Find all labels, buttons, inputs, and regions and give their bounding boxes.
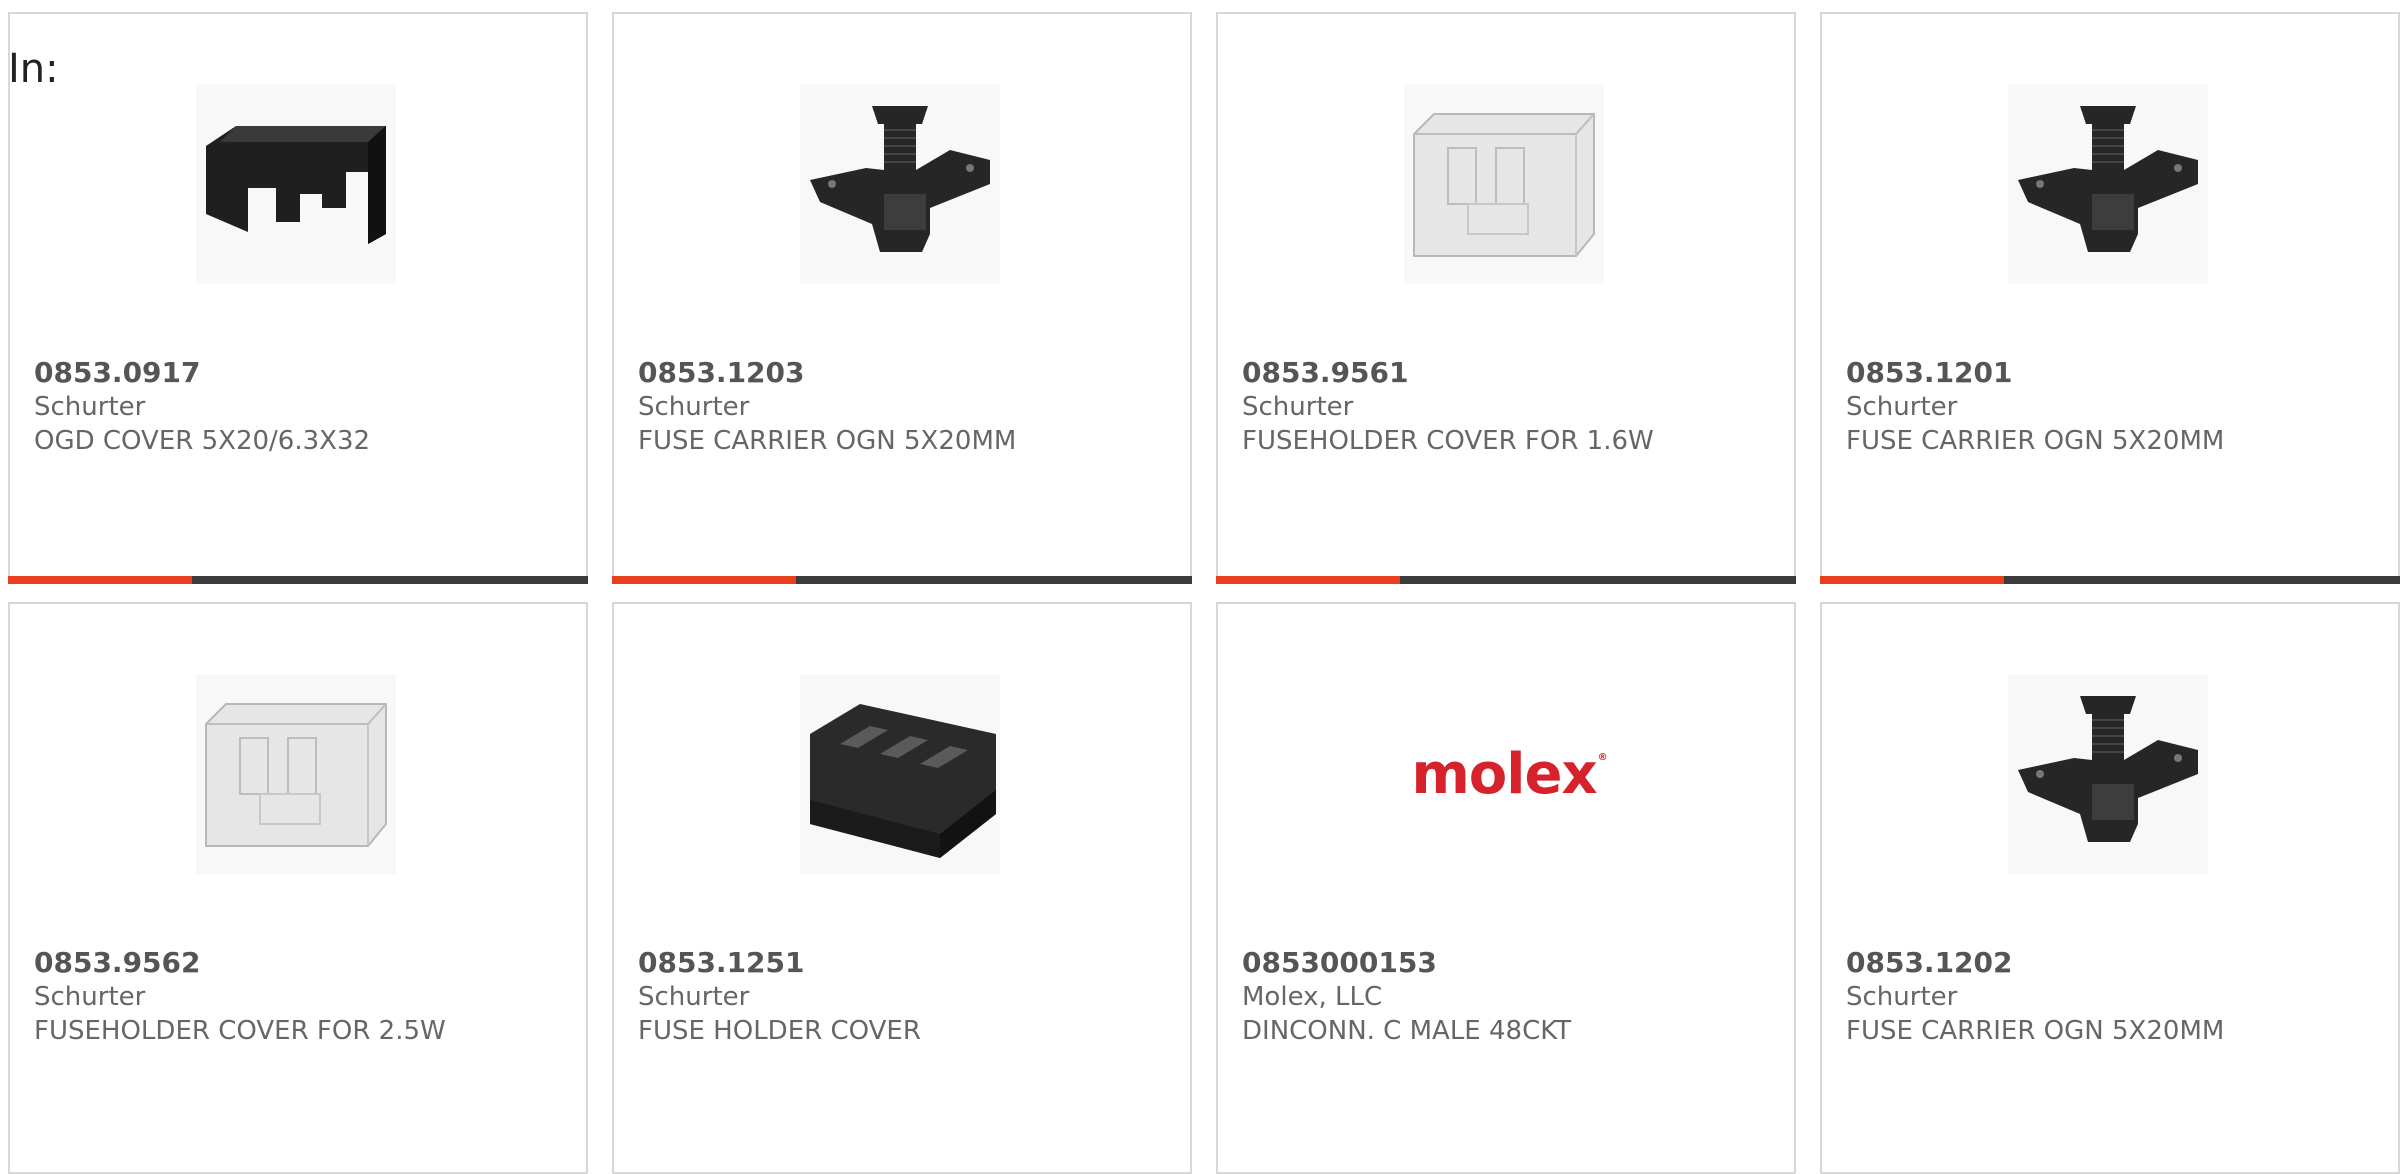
molex-logo: molex ® [1411, 741, 1607, 807]
clear-cover-icon [196, 674, 396, 874]
part-number[interactable]: 0853.1251 [638, 946, 805, 980]
fuse-carrier-icon [2008, 84, 2208, 284]
product-image[interactable] [800, 674, 1000, 874]
description: OGD COVER 5X20/6.3X32 [34, 426, 371, 456]
black-cover-icon [196, 84, 396, 284]
progress-bar [8, 576, 588, 584]
product-image[interactable] [1404, 84, 1604, 284]
progress-fill [1216, 576, 1400, 584]
part-number[interactable]: 0853.0917 [34, 356, 201, 390]
product-card[interactable]: 0853.9562 Schurter FUSEHOLDER COVER FOR … [8, 602, 588, 1174]
progress-fill [612, 576, 796, 584]
description: FUSE CARRIER OGN 5X20MM [638, 426, 1017, 456]
manufacturer: Schurter [34, 982, 146, 1012]
product-card[interactable]: 0853.1203 Schurter FUSE CARRIER OGN 5X20… [612, 12, 1192, 584]
description: FUSEHOLDER COVER FOR 2.5W [34, 1016, 446, 1046]
description: FUSE CARRIER OGN 5X20MM [1846, 426, 2225, 456]
manufacturer: Schurter [1242, 392, 1354, 422]
manufacturer: Molex, LLC [1242, 982, 1383, 1012]
product-card[interactable]: 0853.1201 Schurter FUSE CARRIER OGN 5X20… [1820, 12, 2400, 584]
product-image[interactable] [196, 84, 396, 284]
product-card[interactable]: 0853.0917 Schurter OGD COVER 5X20/6.3X32 [8, 12, 588, 584]
progress-bar [1820, 576, 2400, 584]
product-image[interactable]: molex ® [1404, 674, 1607, 874]
product-image[interactable] [800, 84, 1000, 284]
manufacturer: Schurter [34, 392, 146, 422]
product-image[interactable] [196, 674, 396, 874]
fuse-holder-cover-icon [800, 674, 1000, 874]
progress-bar [612, 576, 1192, 584]
manufacturer: Schurter [1846, 982, 1958, 1012]
filter-in-label: In: [8, 46, 59, 92]
manufacturer: Schurter [638, 982, 750, 1012]
description: FUSE HOLDER COVER [638, 1016, 921, 1046]
part-number[interactable]: 0853.1202 [1846, 946, 2013, 980]
product-image[interactable] [2008, 84, 2208, 284]
description: FUSE CARRIER OGN 5X20MM [1846, 1016, 2225, 1046]
progress-bar [1216, 576, 1796, 584]
product-card[interactable]: 0853.9561 Schurter FUSEHOLDER COVER FOR … [1216, 12, 1796, 584]
molex-logo-text: molex [1411, 741, 1597, 807]
part-number[interactable]: 0853.1203 [638, 356, 805, 390]
progress-fill [1820, 576, 2004, 584]
product-card[interactable]: 0853.1251 Schurter FUSE HOLDER COVER [612, 602, 1192, 1174]
manufacturer: Schurter [1846, 392, 1958, 422]
clear-cover-icon [1404, 84, 1604, 284]
product-card[interactable]: molex ® 0853000153 Molex, LLC DINCONN. C … [1216, 602, 1796, 1174]
manufacturer: Schurter [638, 392, 750, 422]
part-number[interactable]: 0853.1201 [1846, 356, 2013, 390]
product-image[interactable] [2008, 674, 2208, 874]
progress-fill [8, 576, 192, 584]
part-number[interactable]: 0853.9562 [34, 946, 201, 980]
part-number[interactable]: 0853.9561 [1242, 356, 1409, 390]
part-number[interactable]: 0853000153 [1242, 946, 1437, 980]
product-card[interactable]: 0853.1202 Schurter FUSE CARRIER OGN 5X20… [1820, 602, 2400, 1174]
description: DINCONN. C MALE 48CKT [1242, 1016, 1572, 1046]
description: FUSEHOLDER COVER FOR 1.6W [1242, 426, 1654, 456]
fuse-carrier-icon [2008, 674, 2208, 874]
fuse-carrier-icon [800, 84, 1000, 284]
